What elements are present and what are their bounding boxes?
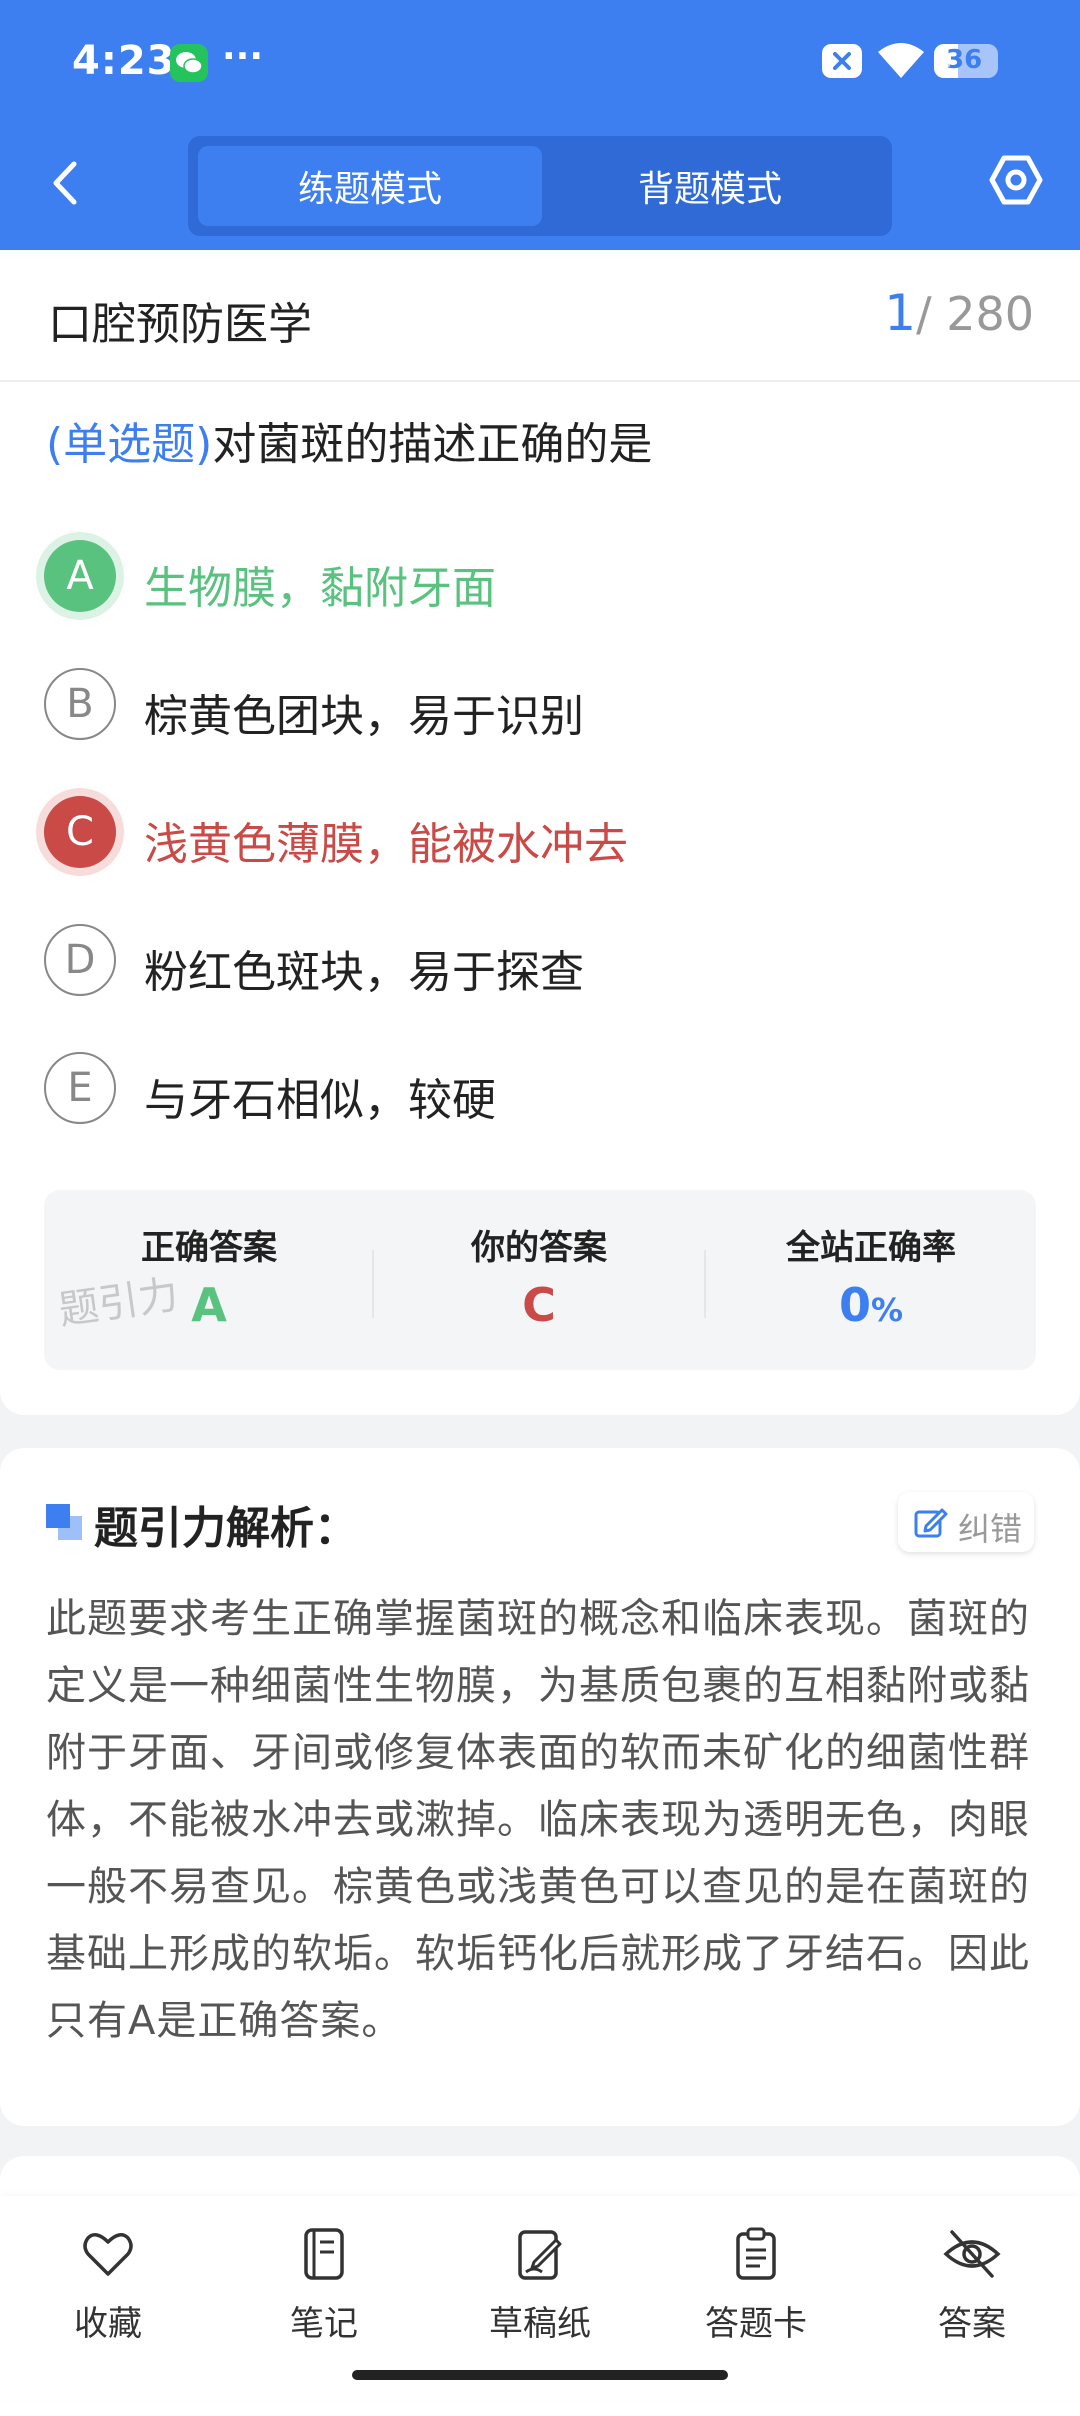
subject-row: 口腔预防医学 1/ 280 (0, 250, 1080, 382)
total-question-count: / 280 (916, 287, 1034, 341)
wechat-icon (170, 44, 208, 82)
notes-label: 笔记 (290, 2304, 358, 2344)
accuracy-number: 0 (838, 1278, 871, 1332)
option-text: 粉红色斑块，易于探查 (144, 947, 584, 998)
option-letter: D (44, 924, 116, 996)
draft-icon (518, 2230, 562, 2280)
home-indicator[interactable] (352, 2370, 728, 2380)
eye-off-icon (943, 2230, 1001, 2278)
answer-card-label: 答题卡 (705, 2304, 807, 2344)
accuracy-value: 0% (706, 1278, 1036, 1332)
option-letter: E (44, 1052, 116, 1124)
favorite-label: 收藏 (74, 2304, 142, 2344)
option-text: 生物膜，黏附牙面 (144, 563, 496, 614)
current-question-number: 1 (884, 284, 917, 342)
battery-icon: 36 (934, 44, 998, 78)
draft-paper-label: 草稿纸 (489, 2304, 591, 2344)
no-sim-icon (822, 44, 862, 78)
section-square-icon (46, 1504, 84, 1542)
your-answer-value: C (522, 1278, 556, 1332)
more-notifications-icon: ··· (222, 36, 264, 77)
question-counter: 1/ 280 (884, 284, 1034, 342)
notes-button[interactable]: 笔记 (224, 2226, 424, 2356)
toggle-answer-label: 答案 (938, 2304, 1006, 2344)
analysis-text: 此题要求考生正确掌握菌斑的概念和临床表现。菌斑的定义是一种细菌性生物膜，为基质包… (46, 1596, 1030, 2044)
accuracy-block: 全站正确率 0% (706, 1190, 1036, 1370)
option-letter: B (44, 668, 116, 740)
toggle-answer-button[interactable]: 答案 (872, 2226, 1072, 2356)
question-card: 口腔预防医学 1/ 280 (单选题)对菌斑的描述正确的是 A 生物膜，黏附牙面… (0, 250, 1080, 1415)
mode-switch: 练题模式 背题模式 (188, 136, 892, 236)
option-c[interactable]: C 浅黄色薄膜，能被水冲去 (44, 796, 1024, 872)
status-bar: 4:23 ··· 36 (0, 0, 1080, 125)
option-text: 棕黄色团块，易于识别 (144, 691, 584, 742)
back-chevron-icon[interactable] (46, 158, 86, 208)
tab-memorize-mode[interactable]: 背题模式 (538, 146, 882, 226)
accuracy-label: 全站正确率 (786, 1228, 956, 1268)
settings-hexagon-icon[interactable] (988, 152, 1044, 212)
your-answer-block: 你的答案 C (374, 1190, 704, 1370)
answer-summary: 正确答案 A 题引力 你的答案 C 全站正确率 0% (44, 1190, 1036, 1370)
option-d[interactable]: D 粉红色斑块，易于探查 (44, 924, 1024, 1000)
analysis-title: 题引力解析： (94, 1503, 358, 1554)
favorite-button[interactable]: 收藏 (8, 2226, 208, 2356)
option-a[interactable]: A 生物膜，黏附牙面 (44, 540, 1024, 616)
wifi-icon (876, 40, 926, 86)
option-b[interactable]: B 棕黄色团块，易于识别 (44, 668, 1024, 744)
battery-level: 36 (946, 45, 983, 75)
report-error-button[interactable]: 纠错 (898, 1492, 1034, 1552)
option-text: 浅黄色薄膜，能被水冲去 (144, 819, 628, 870)
correct-answer-label: 正确答案 (141, 1228, 277, 1268)
subject-title: 口腔预防医学 (48, 299, 312, 350)
draft-paper-button[interactable]: 草稿纸 (440, 2226, 640, 2356)
status-time: 4:23 (72, 38, 176, 84)
option-e[interactable]: E 与牙石相似，较硬 (44, 1052, 1024, 1128)
notebook-icon (304, 2228, 344, 2280)
report-error-label: 纠错 (958, 1510, 1023, 1548)
question-text: 对菌斑的描述正确的是 (212, 419, 653, 470)
option-text: 与牙石相似，较硬 (144, 1075, 496, 1126)
question-type: (单选题) (46, 419, 213, 470)
option-letter: C (44, 796, 116, 868)
clipboard-icon (736, 2227, 776, 2280)
top-header: 4:23 ··· 36 练题模式 背题模式 (0, 0, 1080, 250)
tab-practice-mode[interactable]: 练题模式 (198, 146, 542, 226)
heart-icon (83, 2233, 133, 2276)
your-answer-label: 你的答案 (471, 1228, 607, 1268)
answer-card-button[interactable]: 答题卡 (656, 2226, 856, 2356)
accuracy-unit: % (870, 1291, 904, 1329)
option-letter: A (44, 540, 116, 612)
analysis-card: 题引力解析： 纠错 此题要求考生正确掌握菌斑的概念和临床表现。菌斑的定义是一种细… (0, 1448, 1080, 2126)
question-stem: (单选题)对菌斑的描述正确的是 (46, 408, 652, 472)
edit-icon (914, 1508, 948, 1538)
